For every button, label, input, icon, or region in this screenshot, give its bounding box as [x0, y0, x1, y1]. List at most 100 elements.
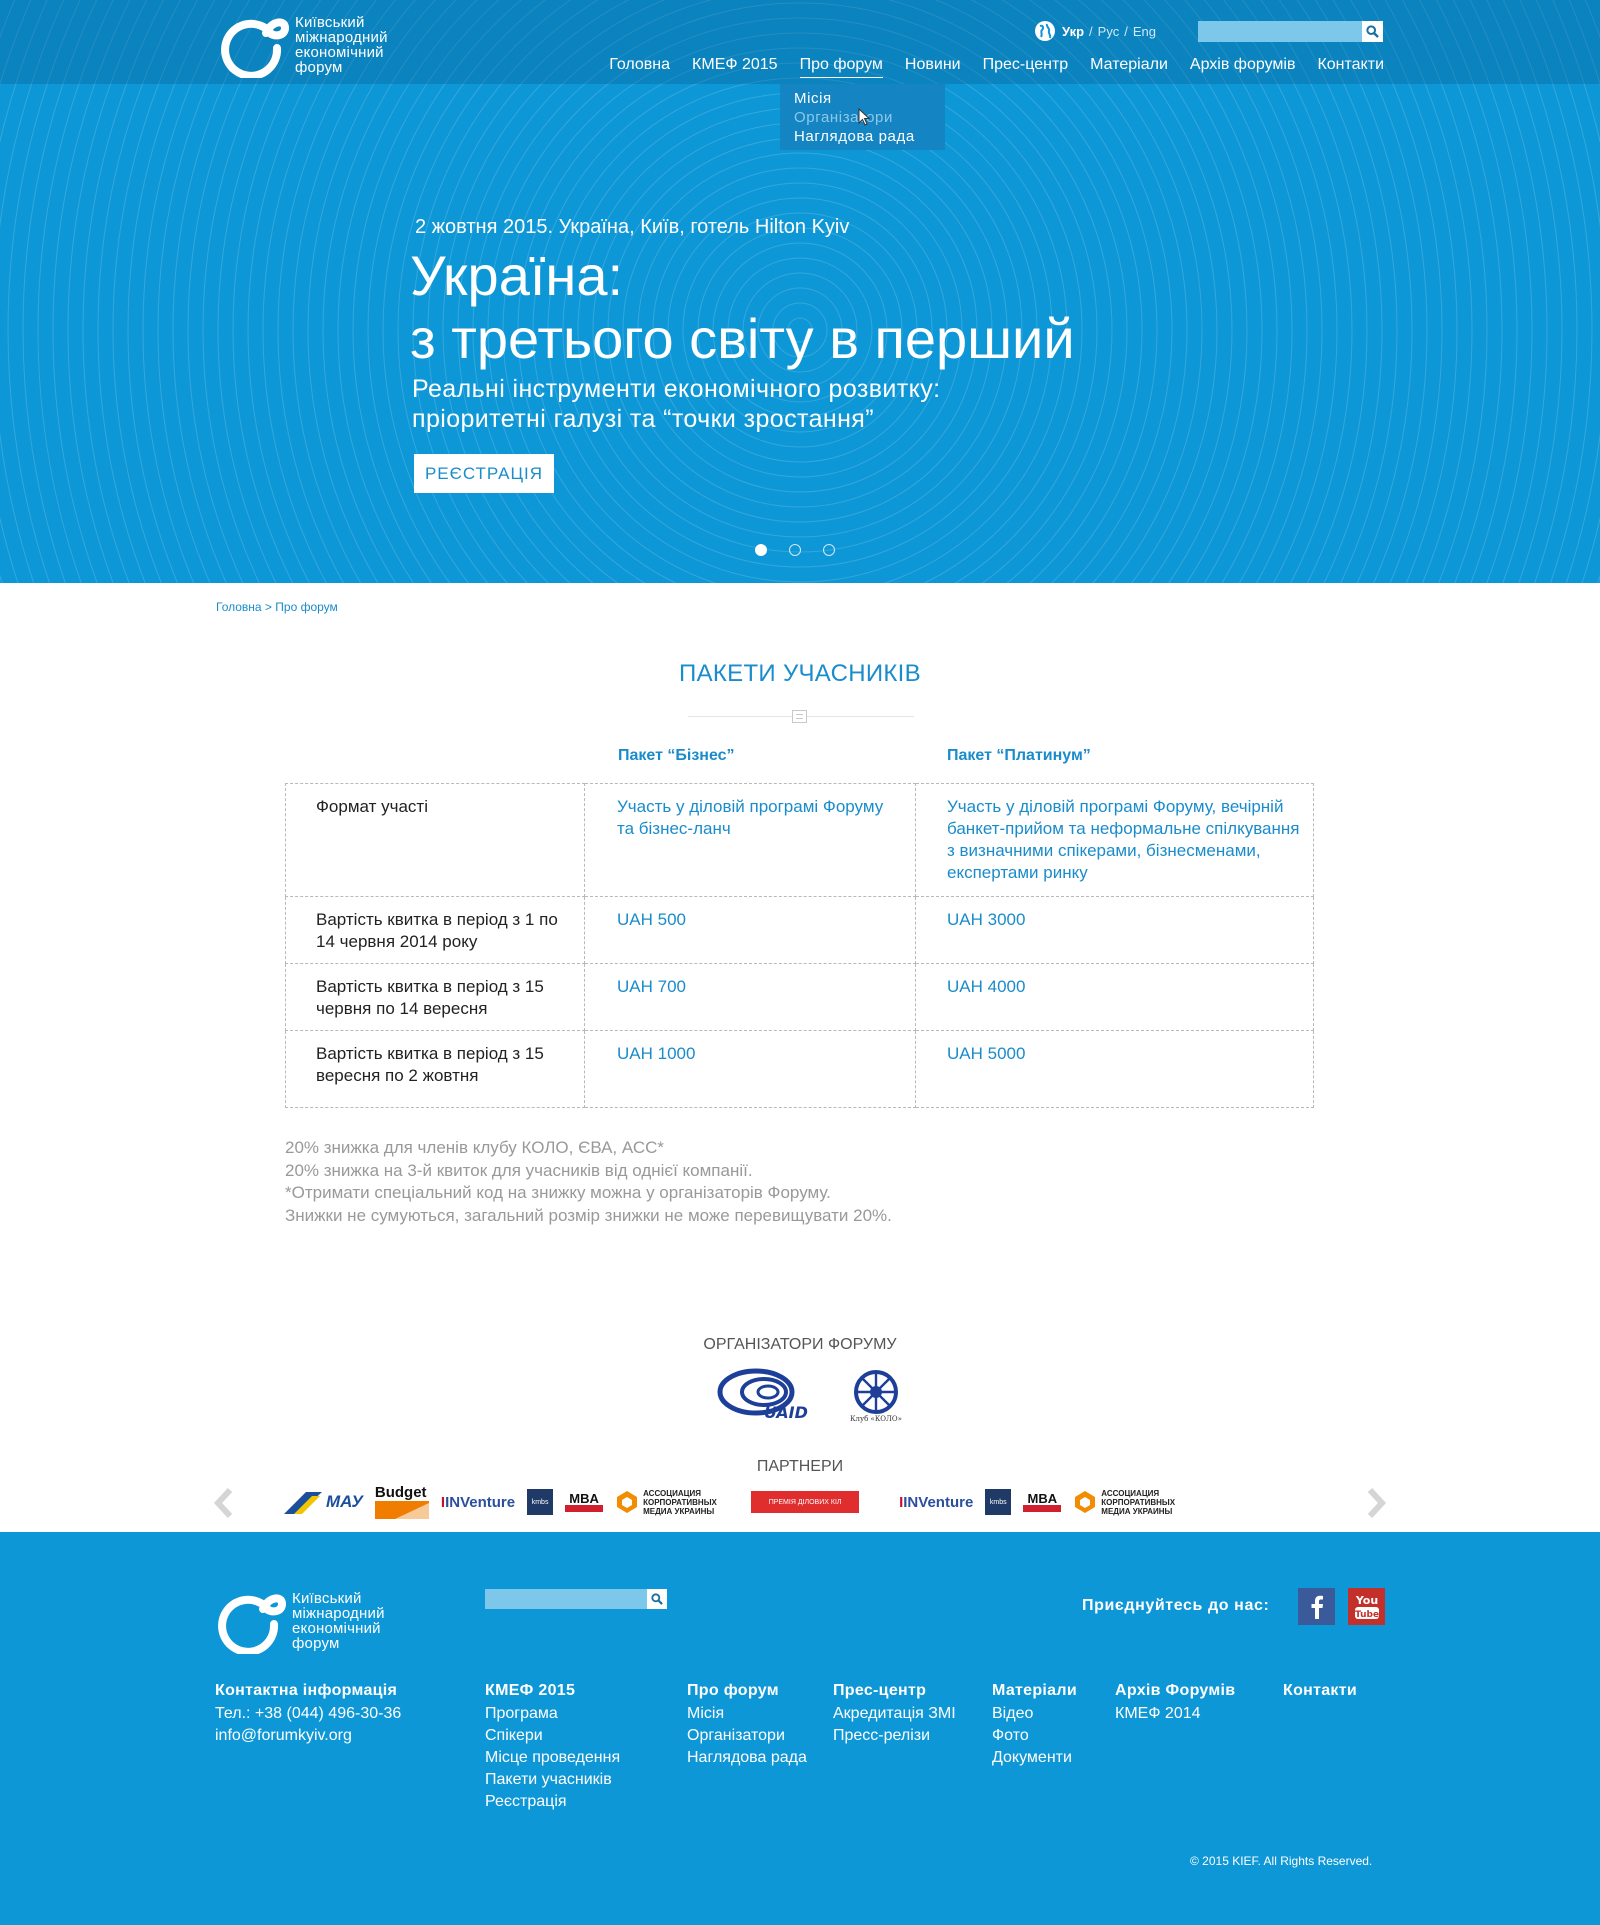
dropdown-item-mission[interactable]: Місія: [794, 89, 931, 108]
hero-title: Україна: з третього світу в перший: [410, 244, 1075, 370]
youtube-button[interactable]: You Tube: [1348, 1588, 1385, 1625]
svg-text:UAID: UAID: [764, 1403, 808, 1422]
footer-link[interactable]: Місія: [687, 1703, 807, 1725]
footer-search-button[interactable]: [647, 1589, 667, 1609]
slider-dot-1[interactable]: [755, 544, 767, 556]
nav-archive[interactable]: Архів форумів: [1190, 56, 1296, 78]
breadcrumb[interactable]: Головна > Про форум: [216, 600, 338, 614]
budget-logo[interactable]: Budget: [374, 1485, 429, 1519]
platinum-cell: UAH 3000: [915, 896, 1314, 964]
header-search-input[interactable]: [1198, 21, 1362, 42]
dropdown-item-supervisory-board[interactable]: Наглядова рада: [794, 127, 931, 146]
join-us-label: Приєднуйтесь до нас:: [1082, 1597, 1270, 1614]
hero-banner: Київський міжнародний економічний форум …: [0, 0, 1600, 583]
footer-link[interactable]: Програма: [485, 1703, 620, 1725]
footer-link[interactable]: Документи: [992, 1747, 1077, 1769]
nav-kief-2015[interactable]: КМЕФ 2015: [692, 56, 778, 78]
footer-link[interactable]: Пакети учасників: [485, 1769, 620, 1791]
mau-logo[interactable]: МАУ: [282, 1488, 363, 1516]
footer-phone: Тел.: +38 (044) 496-30-36: [215, 1705, 402, 1722]
akmu-logo[interactable]: АССОЦИАЦИЯ КОРПОРАТИВНЫХ МЕДИА УКРАИНЫ: [1073, 1489, 1197, 1516]
slider-dot-2[interactable]: [789, 544, 801, 556]
mba-strategy-logo[interactable]: MBA: [565, 1492, 604, 1512]
footer-col-title[interactable]: Архів Форумів: [1115, 1680, 1235, 1702]
footer: Київський міжнародний економічний форум …: [0, 1532, 1600, 1925]
footer-link[interactable]: Пресс-релізи: [833, 1725, 956, 1747]
nav-materials[interactable]: Матеріали: [1090, 56, 1168, 78]
business-package-heading: Пакет “Бізнес”: [618, 747, 735, 764]
row-label: Вартість квитка в період з 15 червня по …: [285, 963, 585, 1031]
footer-link[interactable]: Місце проведення: [485, 1747, 620, 1769]
table-row: Вартість квитка в період з 15 червня по …: [285, 963, 1314, 1031]
footer-logo[interactable]: Київський міжнародний економічний форум: [214, 1588, 385, 1654]
footer-col-archive: Архів Форумів КМЕФ 2014: [1115, 1680, 1235, 1725]
chevron-right-icon[interactable]: [1364, 1486, 1388, 1520]
kmbs-logo[interactable]: kmbs: [985, 1489, 1012, 1515]
row-label: Вартість квитка в період з 15 вересня по…: [285, 1030, 585, 1108]
footer-search: [485, 1589, 667, 1609]
slider-dot-3[interactable]: [823, 544, 835, 556]
svg-text:Tube: Tube: [1354, 1610, 1378, 1620]
footer-col-about: Про форум Місія Організатори Наглядова р…: [687, 1680, 807, 1769]
footer-link[interactable]: Реєстрація: [485, 1791, 620, 1813]
footer-col-contacts: Контакти: [1283, 1680, 1357, 1703]
footer-link[interactable]: Акредитація ЗМІ: [833, 1703, 956, 1725]
chevron-left-icon[interactable]: [212, 1486, 236, 1520]
search-icon: [1366, 25, 1379, 38]
divider-list-icon: [792, 710, 807, 723]
footer-search-input[interactable]: [485, 1589, 647, 1609]
uaid-logo[interactable]: UAID: [714, 1366, 826, 1426]
lang-rus[interactable]: Рус: [1098, 24, 1120, 39]
mouse-cursor-icon: [858, 108, 870, 126]
footer-link[interactable]: Відео: [992, 1703, 1077, 1725]
footer-col-materials: Матеріали Відео Фото Документи: [992, 1680, 1077, 1769]
table-row: Вартість квитка в період з 1 по 14 червн…: [285, 896, 1314, 964]
header-search-button[interactable]: [1362, 21, 1383, 42]
business-cell: Участь у діловій програмі Форуму та бізн…: [584, 783, 916, 897]
footer-link[interactable]: Спікери: [485, 1725, 620, 1747]
footer-col-title[interactable]: КМЕФ 2015: [485, 1680, 620, 1702]
platinum-cell: UAH 5000: [915, 1030, 1314, 1108]
language-switcher: Укр / Рус / Eng: [1034, 20, 1156, 42]
footer-email[interactable]: info@forumkyiv.org: [215, 1725, 401, 1747]
header-search: [1198, 21, 1383, 42]
footer-link[interactable]: Наглядова рада: [687, 1747, 807, 1769]
packages-table: Формат участі Участь у діловій програмі …: [285, 783, 1314, 1108]
svg-text:You: You: [1354, 1594, 1377, 1607]
press-award-logo[interactable]: ПРЕМІЯ ДІЛОВИХ КІЛ: [751, 1491, 860, 1513]
platinum-cell: Участь у діловій програмі Форуму, вечірн…: [915, 783, 1314, 897]
footer-col-title[interactable]: Матеріали: [992, 1680, 1077, 1702]
footer-col-title[interactable]: Прес-центр: [833, 1680, 956, 1702]
mba-strategy-logo[interactable]: MBA: [1023, 1492, 1062, 1512]
footer-link[interactable]: Фото: [992, 1725, 1077, 1747]
nav-contacts[interactable]: Контакти: [1317, 56, 1384, 78]
business-cell: UAH 1000: [584, 1030, 916, 1108]
kmbs-logo[interactable]: kmbs: [527, 1489, 554, 1515]
row-label: Вартість квитка в період з 1 по 14 червн…: [285, 896, 585, 964]
kolo-club-logo[interactable]: Клуб «КОЛО»: [850, 1369, 902, 1423]
kolo-wheel-icon: [854, 1370, 898, 1414]
nav-press-center[interactable]: Прес-центр: [983, 56, 1069, 78]
footer-link[interactable]: Організатори: [687, 1725, 807, 1747]
budget-stripe-icon: [374, 1501, 429, 1519]
inventure-logo[interactable]: I INVenture: [899, 1494, 973, 1511]
lang-eng[interactable]: Eng: [1133, 24, 1156, 39]
nav-about-forum[interactable]: Про форум: [799, 56, 883, 78]
nav-news[interactable]: Новини: [905, 56, 961, 78]
site-logo[interactable]: Київський міжнародний економічний форум: [217, 12, 388, 78]
copyright: © 2015 KIEF. All Rights Reserved.: [1190, 1854, 1373, 1868]
footer-col-title[interactable]: Контакти: [1283, 1680, 1357, 1702]
inventure-logo[interactable]: I INVenture: [441, 1494, 515, 1511]
nav-home[interactable]: Головна: [609, 56, 670, 78]
footer-link[interactable]: КМЕФ 2014: [1115, 1703, 1235, 1725]
youtube-icon: You Tube: [1354, 1594, 1378, 1620]
akmu-logo[interactable]: АССОЦИАЦИЯ КОРПОРАТИВНЫХ МЕДИА УКРАИНЫ: [615, 1489, 739, 1516]
lang-ukr[interactable]: Укр: [1062, 24, 1084, 39]
registration-button[interactable]: РЕЄСТРАЦІЯ: [414, 454, 554, 493]
page-title: ПАКЕТИ УЧАСНИКІВ: [679, 660, 921, 687]
facebook-button[interactable]: [1298, 1588, 1335, 1625]
organizers-logos: UAID Клуб «КОЛО»: [714, 1366, 902, 1426]
footer-contact: Контактна інформація Тел.: +38 (044) 496…: [215, 1680, 401, 1747]
business-cell: UAH 700: [584, 963, 916, 1031]
footer-col-title[interactable]: Про форум: [687, 1680, 807, 1702]
